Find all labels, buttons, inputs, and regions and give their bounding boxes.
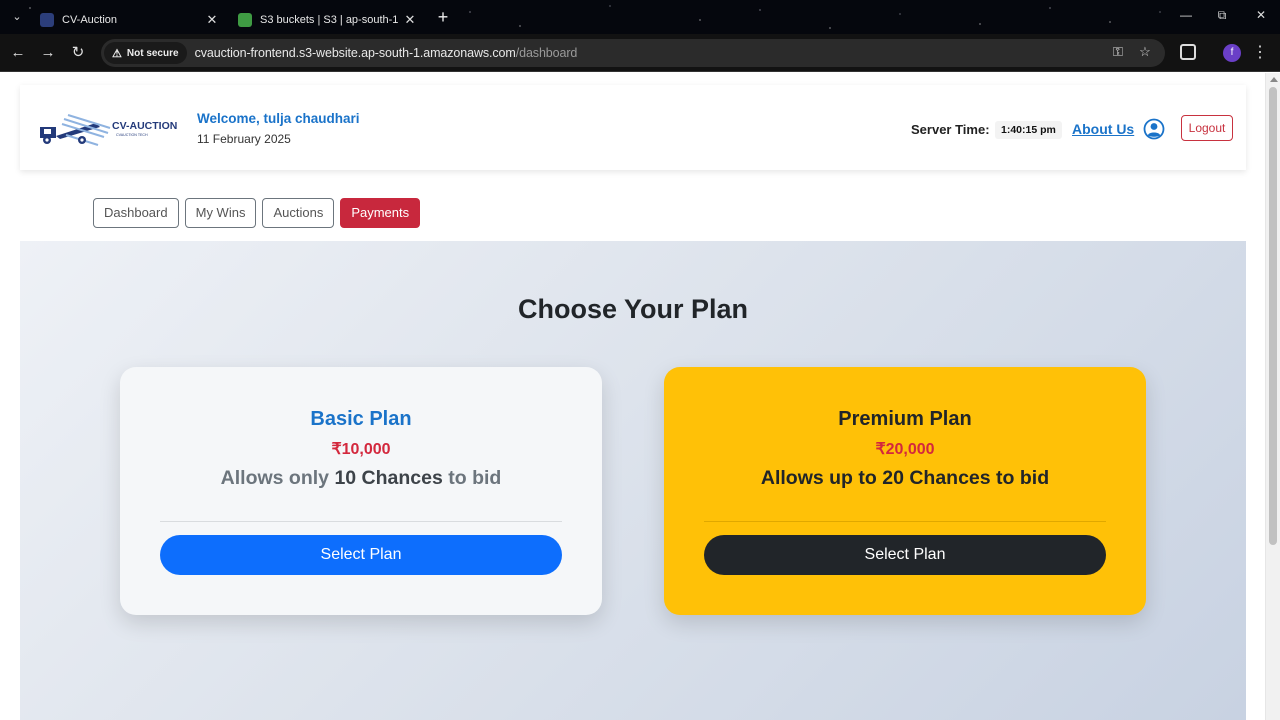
select-premium-plan-button[interactable]: Select Plan [704, 535, 1106, 575]
tab-title: CV-Auction [62, 13, 118, 26]
reload-icon[interactable]: ↻ [68, 43, 88, 63]
tab-my-wins[interactable]: My Wins [184, 198, 257, 228]
welcome-message: Welcome, tulja chaudhari [197, 111, 360, 126]
server-time-value: 1:40:15 pm [995, 121, 1062, 139]
cv-auction-favicon-icon [40, 12, 54, 27]
plan-desc-prefix: Allows only [220, 467, 335, 489]
restore-window-icon[interactable]: ⧉ [1212, 8, 1232, 23]
plan-name: Premium Plan [838, 408, 972, 430]
tab-dashboard[interactable]: Dashboard [93, 198, 179, 228]
scroll-up-arrow-icon[interactable] [1270, 77, 1278, 82]
tab-close-icon[interactable]: ✕ [402, 12, 418, 28]
logout-button[interactable]: Logout [1181, 115, 1233, 141]
server-time-label: Server Time: [911, 122, 990, 137]
user-profile-icon[interactable] [1143, 118, 1165, 140]
minimize-window-icon[interactable]: — [1176, 8, 1196, 22]
current-date: 11 February 2025 [197, 132, 291, 146]
card-divider [704, 521, 1106, 522]
security-label: Not secure [126, 47, 179, 59]
plan-description: Allows up to 20 Chances to bid [664, 467, 1146, 490]
plan-price: ₹10,000 [331, 441, 391, 458]
plan-price: ₹20,000 [875, 441, 935, 458]
url-text[interactable]: cvauction-frontend.s3-website.ap-south-1… [195, 46, 578, 60]
tab-search-chevron-icon[interactable]: ⌄ [8, 9, 26, 25]
plan-description: Allows only 10 Chances to bid [120, 467, 602, 490]
cv-auction-logo[interactable]: CV-AUCTION CVAUCTION TECH [38, 109, 180, 149]
back-arrow-icon[interactable]: ← [8, 43, 28, 63]
new-tab-plus-icon[interactable]: + [434, 7, 452, 28]
premium-plan-card: Premium Plan ₹20,000 Allows up to 20 Cha… [664, 367, 1146, 615]
tab-payments[interactable]: Payments [340, 198, 421, 228]
url-host: cvauction-frontend.s3-website.ap-south-1… [194, 46, 516, 60]
browser-tab-strip: ⌄ CV-Auction ✕ S3 buckets | S3 | ap-sout… [0, 0, 1280, 34]
page-viewport: CV-AUCTION CVAUCTION TECH Welcome, tulja… [0, 73, 1280, 720]
site-security-chip[interactable]: ⚠ Not secure [104, 42, 187, 64]
plan-desc-suffix: to bid [990, 467, 1050, 489]
plan-chances: 20 Chances [882, 467, 991, 489]
bookmark-star-icon[interactable]: ☆ [1136, 44, 1154, 60]
browser-tab-cv-auction[interactable]: CV-Auction ✕ [32, 5, 224, 34]
card-divider [160, 521, 562, 522]
tab-title: S3 buckets | S3 | ap-south-1 [260, 13, 399, 26]
browser-toolbar: ← → ↻ ⚠ Not secure cvauction-frontend.s3… [0, 34, 1280, 72]
profile-avatar[interactable]: f [1223, 44, 1241, 62]
browser-menu-dots-icon[interactable]: ⋮ [1252, 43, 1268, 63]
plan-desc-prefix: Allows up to [760, 467, 883, 489]
tab-close-icon[interactable]: ✕ [204, 12, 220, 28]
scrollbar-thumb[interactable] [1269, 87, 1277, 545]
plans-section: Choose Your Plan Basic Plan ₹10,000 Allo… [20, 241, 1246, 720]
page-title: Choose Your Plan [517, 294, 749, 324]
close-window-icon[interactable]: ✕ [1251, 8, 1271, 22]
tab-auctions[interactable]: Auctions [262, 198, 335, 228]
plan-name: Basic Plan [310, 408, 412, 430]
basic-plan-card: Basic Plan ₹10,000 Allows only 10 Chance… [120, 367, 602, 615]
warning-triangle-icon: ⚠ [112, 47, 122, 60]
page-scrollbar[interactable] [1265, 73, 1280, 720]
logo-subtext: CVAUCTION TECH [116, 133, 148, 137]
about-us-link[interactable]: About Us [1072, 121, 1134, 137]
forward-arrow-icon[interactable]: → [38, 43, 58, 63]
site-header: CV-AUCTION CVAUCTION TECH Welcome, tulja… [20, 85, 1246, 170]
extensions-puzzle-icon[interactable] [1180, 44, 1196, 60]
select-basic-plan-button[interactable]: Select Plan [160, 535, 562, 575]
url-path: /dashboard [515, 46, 578, 60]
plan-chances: 10 Chances [334, 467, 443, 489]
aws-s3-favicon-icon [238, 12, 252, 27]
logo-text: CV-AUCTION [112, 120, 177, 132]
password-key-icon[interactable]: ⚿ [1109, 44, 1127, 60]
browser-tab-s3-buckets[interactable]: S3 buckets | S3 | ap-south-1 ✕ [230, 5, 422, 34]
address-bar[interactable]: ⚠ Not secure cvauction-frontend.s3-websi… [101, 39, 1165, 67]
main-nav-tabs: Dashboard My Wins Auctions Payments [93, 198, 421, 228]
plan-desc-suffix: to bid [442, 467, 502, 489]
